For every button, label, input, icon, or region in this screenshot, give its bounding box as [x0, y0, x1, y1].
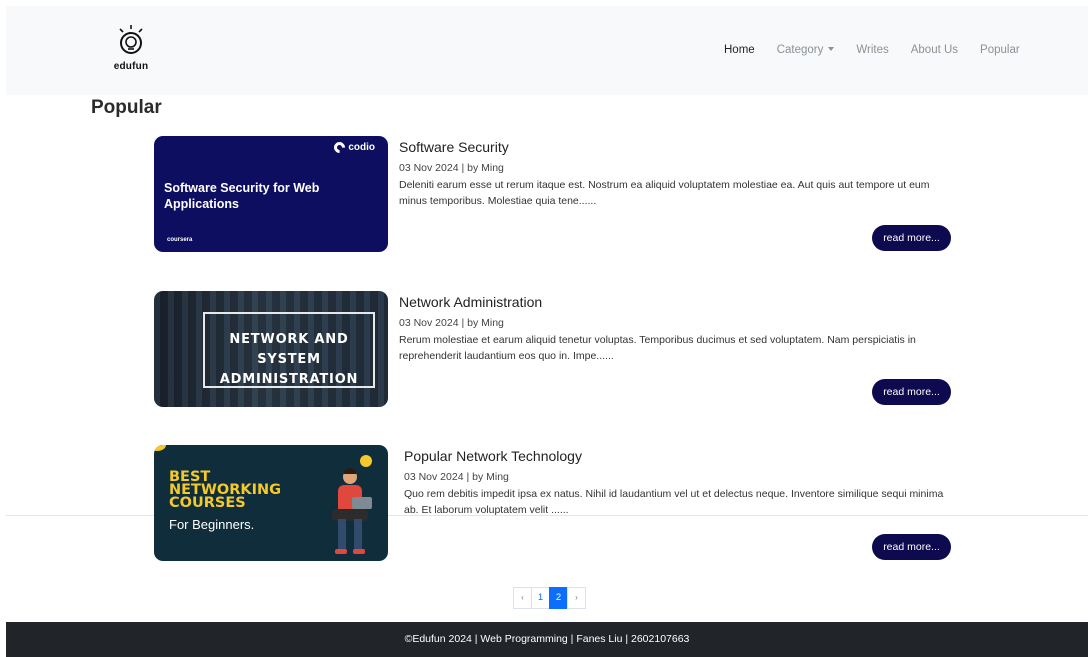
navbar: edufun Home Category Writes About Us Pop…: [6, 6, 1088, 95]
nav-writes[interactable]: Writes: [856, 44, 888, 56]
post-title[interactable]: Software Security: [399, 139, 954, 155]
post-body: Popular Network Technology 03 Nov 2024 |…: [404, 445, 959, 518]
caret-down-icon: [828, 46, 835, 51]
post-excerpt: Rerum molestiae et earum aliquid tenetur…: [399, 334, 916, 362]
brand-logo[interactable]: edufun: [109, 24, 153, 80]
codio-logo-text: codio: [348, 142, 375, 153]
thumbnail-frame: NETWORK AND SYSTEM ADMINISTRATION: [203, 312, 375, 388]
thumbnail-headline: Software Security for Web Applications: [164, 181, 320, 211]
pagination-next[interactable]: ›: [567, 587, 586, 609]
nav-home[interactable]: Home: [724, 44, 755, 56]
thumbnail-headline: NETWORK AND SYSTEM ADMINISTRATION: [205, 330, 373, 390]
pagination-prev[interactable]: ‹: [513, 587, 532, 609]
read-more-button[interactable]: read more...: [872, 534, 951, 560]
footer: ©Edufun 2024 | Web Programming | Fanes L…: [6, 622, 1088, 657]
post-card: NETWORK AND SYSTEM ADMINISTRATION Networ…: [154, 291, 954, 409]
post-thumbnail[interactable]: BEST NETWORKING COURSES For Beginners.: [154, 445, 388, 561]
pagination-page-1[interactable]: 1: [531, 587, 550, 609]
pagination: ‹ 1 2 ›: [513, 587, 586, 609]
thumbnail-line-2: ADMINISTRATION: [219, 372, 359, 387]
post-title[interactable]: Network Administration: [399, 294, 954, 310]
nav-category-label: Category: [776, 44, 824, 56]
thumbnail-subtitle: For Beginners.: [169, 517, 255, 532]
post-body: Network Administration 03 Nov 2024 | by …: [399, 291, 954, 364]
thumbnail-headline: BEST NETWORKING COURSES: [169, 470, 281, 511]
page-title: Popular: [91, 97, 162, 118]
codio-logo: codio: [332, 139, 375, 156]
post-card: BEST NETWORKING COURSES For Beginners. P…: [154, 445, 954, 563]
read-more-button[interactable]: read more...: [872, 379, 951, 405]
main-nav: Home Category Writes About Us Popular: [724, 44, 1042, 56]
brand-name: edufun: [113, 61, 149, 72]
lightbulb-icon: [119, 25, 143, 54]
nav-about-us[interactable]: About Us: [911, 44, 958, 56]
nav-category-dropdown[interactable]: Category: [777, 44, 835, 56]
post-thumbnail[interactable]: NETWORK AND SYSTEM ADMINISTRATION: [154, 291, 388, 407]
footer-text: ©Edufun 2024 | Web Programming | Fanes L…: [404, 633, 690, 645]
post-meta: 03 Nov 2024 | by Ming: [399, 317, 504, 329]
nav-popular[interactable]: Popular: [980, 44, 1020, 56]
read-more-button[interactable]: read more...: [872, 225, 951, 251]
decorative-shape: [154, 445, 166, 451]
post-thumbnail[interactable]: codio Software Security for Web Applicat…: [154, 136, 388, 252]
thumbnail-line-3: COURSES: [169, 495, 246, 511]
post-excerpt: Deleniti earum esse ut rerum itaque est.…: [399, 179, 930, 207]
post-meta: 03 Nov 2024 | by Ming: [399, 162, 504, 174]
post-body: Software Security 03 Nov 2024 | by Ming …: [399, 136, 954, 209]
codio-icon: [332, 139, 348, 156]
thumbnail-line-1: NETWORK AND SYSTEM: [229, 332, 349, 367]
post-title[interactable]: Popular Network Technology: [404, 448, 959, 464]
post-excerpt: Quo rem debitis impedit ipsa ex natus. N…: [404, 488, 944, 516]
person-illustration: [332, 468, 372, 554]
post-meta: 03 Nov 2024 | by Ming: [404, 471, 509, 483]
post-card: codio Software Security for Web Applicat…: [154, 136, 954, 254]
coursera-logo: coursera: [167, 237, 193, 243]
pagination-page-2[interactable]: 2: [549, 587, 568, 609]
